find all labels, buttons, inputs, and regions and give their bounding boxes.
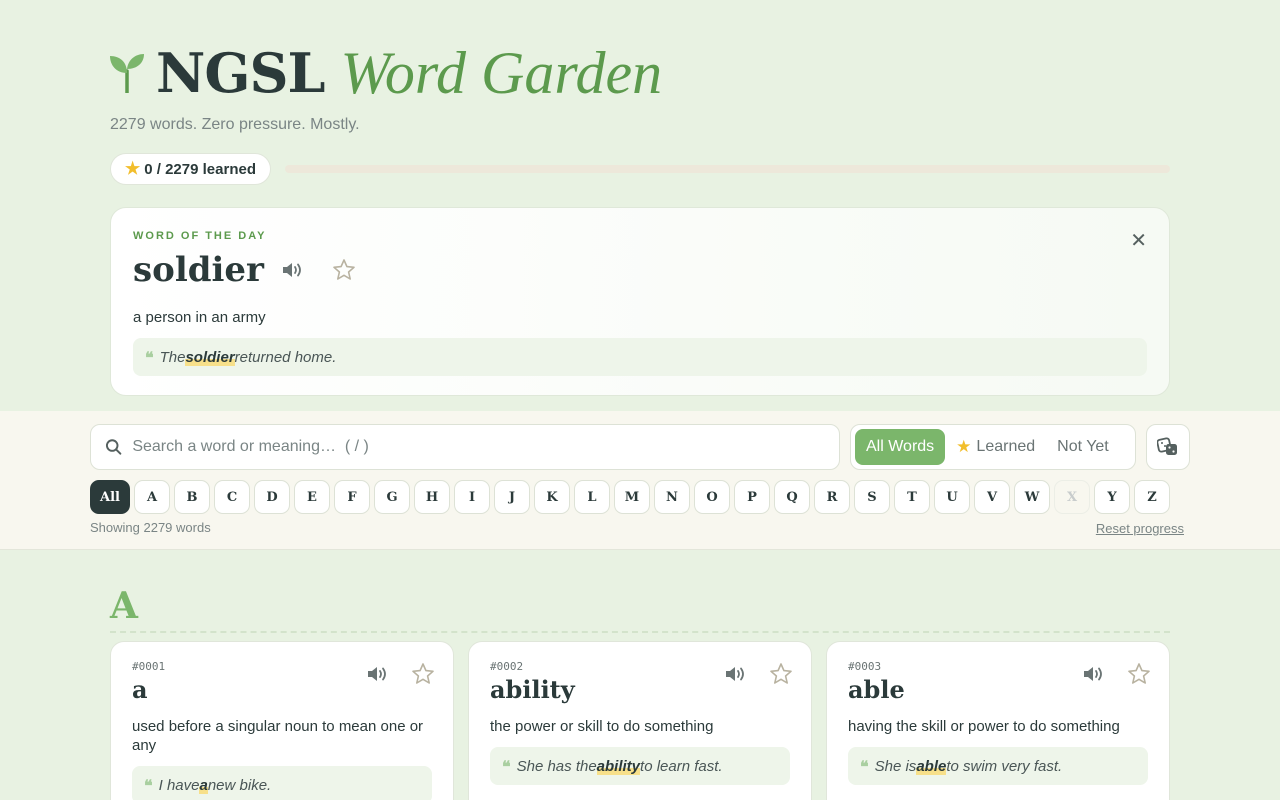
star-icon: ★ <box>125 159 141 178</box>
speaker-icon[interactable] <box>282 261 304 279</box>
letter-filter-e[interactable]: E <box>294 480 330 514</box>
star-outline-icon[interactable] <box>411 662 435 686</box>
search-box[interactable] <box>90 424 840 470</box>
letter-filter-k[interactable]: K <box>534 480 570 514</box>
learned-count-label: 0 / 2279 learned <box>144 160 256 178</box>
letter-filter-t[interactable]: T <box>894 480 930 514</box>
word-of-the-day-word: soldier <box>133 250 264 290</box>
letter-filter-b[interactable]: B <box>174 480 210 514</box>
word-card: #0001 a used before a singular noun to m… <box>110 641 454 800</box>
letter-filter-c[interactable]: C <box>214 480 250 514</box>
star-outline-icon[interactable] <box>769 662 793 686</box>
word-card: #0002 ability the power or skill to do s… <box>468 641 812 800</box>
letter-filter-h[interactable]: H <box>414 480 450 514</box>
letter-filter-x: X <box>1054 480 1090 514</box>
reset-progress-link[interactable]: Reset progress <box>1096 521 1184 536</box>
letter-filter-y[interactable]: Y <box>1094 480 1130 514</box>
app-header: NGSL Word Garden 2279 words. Zero pressu… <box>110 40 1170 185</box>
search-icon <box>105 439 122 455</box>
letter-filter-a[interactable]: A <box>134 480 170 514</box>
example-text-before: She has the <box>516 757 597 775</box>
example-text-after: to swim very fast. <box>946 757 1063 775</box>
letter-filter-u[interactable]: U <box>934 480 970 514</box>
speaker-icon[interactable] <box>725 665 747 683</box>
word-definition: having the skill or power to do somethin… <box>848 718 1120 735</box>
speaker-icon[interactable] <box>1083 665 1105 683</box>
star-icon: ★ <box>956 437 972 456</box>
word-of-the-day-row: soldier <box>133 248 1147 292</box>
example-text-before: She is <box>874 757 917 775</box>
letter-filter-q[interactable]: Q <box>774 480 810 514</box>
star-outline-icon[interactable] <box>332 258 356 282</box>
sprout-icon <box>110 54 144 93</box>
word-definition: the power or skill to do something <box>490 718 714 735</box>
letter-filter-m[interactable]: M <box>614 480 650 514</box>
example-highlight: a <box>199 776 208 794</box>
word-card: #0003 able having the skill or power to … <box>826 641 1170 800</box>
card-actions <box>1083 662 1151 686</box>
letter-filter-l[interactable]: L <box>574 480 610 514</box>
example-text-before: I have <box>158 776 200 794</box>
filter-learned[interactable]: ★ Learned <box>945 429 1046 465</box>
filter-toolbar: All Words ★ Learned Not Yet AllABCDEFGHI… <box>0 411 1280 550</box>
example-text-after: returned home. <box>234 348 337 366</box>
speaker-icon[interactable] <box>367 665 389 683</box>
letter-filter-j[interactable]: J <box>494 480 530 514</box>
letter-filter-r[interactable]: R <box>814 480 850 514</box>
example-text-after: to learn fast. <box>640 757 723 775</box>
tagline: 2279 words. Zero pressure. Mostly. <box>110 116 360 133</box>
letter-filter-z[interactable]: Z <box>1134 480 1170 514</box>
alphabet-filter: All A B C D E F G H I J K L M N O P Q R S T U V W X Y Z <box>90 480 1174 514</box>
learned-count-badge: ★ 0 / 2279 learned <box>110 153 271 185</box>
letter-filter-f[interactable]: F <box>334 480 370 514</box>
title-row: NGSL Word Garden <box>110 40 1170 106</box>
word-example: ❝ I have a new bike. <box>132 766 432 800</box>
section-divider <box>110 631 1170 633</box>
letter-filter-w[interactable]: W <box>1014 480 1050 514</box>
filter-segmented-control: All Words ★ Learned Not Yet <box>850 424 1136 470</box>
app-title-main: NGSL <box>156 41 325 105</box>
word-of-the-day-example: ❝ The soldier returned home. <box>133 338 1147 376</box>
app-title-accent: Word Garden <box>340 39 663 106</box>
letter-filter-n[interactable]: N <box>654 480 690 514</box>
example-text-before: The <box>159 348 186 366</box>
letter-filter-p[interactable]: P <box>734 480 770 514</box>
filter-not-yet[interactable]: Not Yet <box>1046 429 1120 465</box>
quote-icon: ❝ <box>502 756 511 776</box>
word-of-the-day-label: WORD OF THE DAY <box>133 230 267 242</box>
card-actions <box>725 662 793 686</box>
letter-filter-v[interactable]: V <box>974 480 1010 514</box>
word-example: ❝ She has the ability to learn fast. <box>490 747 790 785</box>
letter-filter-all[interactable]: All <box>90 480 130 514</box>
example-highlight: ability <box>596 757 641 775</box>
example-highlight: soldier <box>185 348 235 366</box>
card-actions <box>367 662 435 686</box>
example-highlight: able <box>916 757 947 775</box>
star-outline-icon[interactable] <box>1127 662 1151 686</box>
progress-row: ★ 0 / 2279 learned <box>110 153 1170 185</box>
quote-icon: ❝ <box>144 775 153 795</box>
filter-all-words[interactable]: All Words <box>855 429 946 465</box>
word-of-the-day-definition: a person in an army <box>133 309 266 326</box>
search-input[interactable] <box>132 438 825 456</box>
letter-filter-d[interactable]: D <box>254 480 290 514</box>
example-text-after: new bike. <box>207 776 272 794</box>
filter-learned-label: Learned <box>976 438 1036 455</box>
quote-icon: ❝ <box>145 347 154 367</box>
letter-filter-i[interactable]: I <box>454 480 490 514</box>
word-definition: used before a singular noun to mean one … <box>132 718 424 754</box>
progress-bar <box>285 165 1170 173</box>
word-example: ❝ She is able to swim very fast. <box>848 747 1148 785</box>
result-count: Showing 2279 words <box>90 520 211 535</box>
close-icon[interactable]: ✕ <box>1130 228 1147 253</box>
word-of-the-day-card: WORD OF THE DAY ✕ soldier a person in an… <box>110 207 1170 396</box>
letter-filter-o[interactable]: O <box>694 480 730 514</box>
dice-icon <box>1157 437 1177 455</box>
section-heading: A <box>110 585 138 627</box>
letter-filter-g[interactable]: G <box>374 480 410 514</box>
random-word-button[interactable] <box>1146 424 1190 470</box>
quote-icon: ❝ <box>860 756 869 776</box>
letter-filter-s[interactable]: S <box>854 480 890 514</box>
